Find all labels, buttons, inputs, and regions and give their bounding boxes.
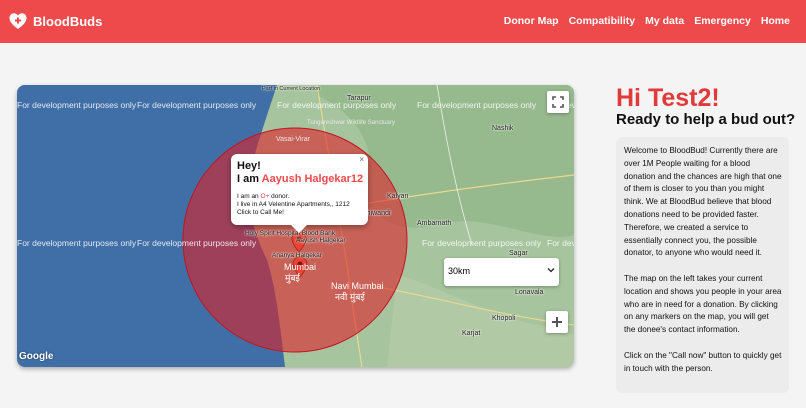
info-paragraph: Welcome to BloodBud! Currently there are… <box>624 146 782 258</box>
nav-my-data[interactable]: My data <box>645 15 684 27</box>
infowindow-iam: I am <box>237 173 262 185</box>
fullscreen-icon <box>552 96 564 108</box>
radius-select-value: 30km <box>448 266 471 276</box>
heart-cross-icon <box>9 13 27 29</box>
nav-donor-map[interactable]: Donor Map <box>504 15 559 27</box>
info-paragraph: Click on the "Call now" button to quickl… <box>624 350 782 373</box>
nav-compatibility[interactable]: Compatibility <box>569 15 636 27</box>
greeting-subtitle: Ready to help a bud out? <box>616 111 796 128</box>
infowindow-greeting: Hey! <box>237 160 261 172</box>
chevron-down-icon <box>547 268 555 273</box>
infowindow-title: I am Aayush Halgekar12 <box>237 173 364 186</box>
donor-infowindow: × Hey! I am Aayush Halgekar12 I am an O+… <box>231 154 368 233</box>
info-box: Welcome to BloodBud! Currently there are… <box>616 137 789 393</box>
google-logo: Google <box>19 351 54 362</box>
donor-prefix: I am an <box>237 193 261 200</box>
fullscreen-button[interactable] <box>547 91 569 113</box>
brand[interactable]: BloodBuds <box>8 11 102 31</box>
nav-emergency[interactable]: Emergency <box>694 15 751 27</box>
radius-select[interactable]: 30km <box>444 258 559 286</box>
donor-name: Aayush Halgekar12 <box>261 173 364 185</box>
donor-suffix: donor. <box>269 193 290 200</box>
plus-icon <box>552 317 562 327</box>
nav-links: Donor Map Compatibility My data Emergenc… <box>504 15 790 27</box>
close-icon[interactable]: × <box>359 155 364 164</box>
blood-group: O+ <box>260 193 270 200</box>
infowindow-donor-line: I am an O+ donor. <box>237 193 362 201</box>
nav-home[interactable]: Home <box>761 15 790 27</box>
call-link[interactable]: Click to Call Me! <box>237 209 362 217</box>
navbar: BloodBuds Donor Map Compatibility My dat… <box>0 0 806 43</box>
donor-map[interactable]: For development purposes only For develo… <box>17 85 574 367</box>
donor-address: I live in A4 Velentine Apartments,, 1212 <box>237 201 350 208</box>
info-paragraph: The map on the left takes your current l… <box>624 273 782 335</box>
zoom-in-button[interactable] <box>546 311 568 333</box>
greeting-title: Hi Test2! <box>616 84 720 112</box>
brand-name: BloodBuds <box>33 13 103 29</box>
